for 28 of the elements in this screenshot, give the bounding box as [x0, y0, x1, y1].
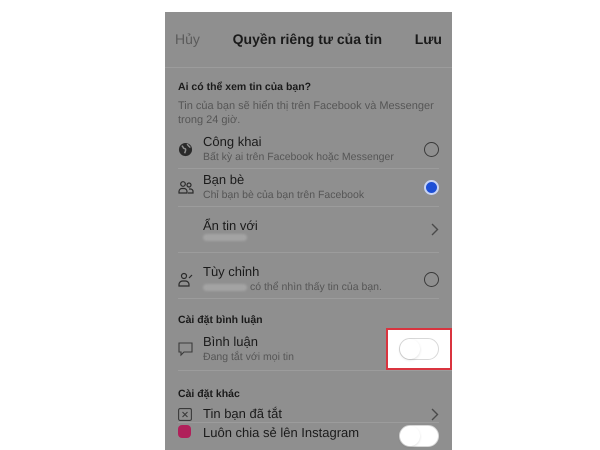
section-heading: Ai có thể xem tin của bạn?: [178, 80, 312, 95]
option-title: Tùy chỉnh: [203, 264, 260, 280]
section-heading: Cài đặt bình luận: [177, 312, 264, 328]
option-subtitle: có thể nhìn thấy tin của bạn.: [250, 280, 382, 294]
option-subtitle: Chỉ bạn bè của bạn trên Facebook: [203, 188, 364, 202]
option-subtitle: Đang tắt với mọi tin: [203, 350, 295, 364]
screen-title: Quyền riêng tư của tin: [232, 30, 382, 49]
option-title: Ẩn tin với: [203, 218, 259, 234]
save-button[interactable]: Lưu: [414, 29, 442, 50]
person-edit-icon: [178, 272, 194, 287]
option-title: Công khai: [203, 134, 263, 150]
speech-bubble-icon: [178, 342, 193, 356]
friends-icon: [178, 180, 194, 195]
radio-button[interactable]: [424, 272, 439, 287]
globe-icon: [178, 142, 193, 157]
chevron-right-icon: [431, 408, 439, 421]
option-title: Luôn chia sẻ lên Instagram: [203, 425, 360, 442]
toggle-switch[interactable]: [399, 425, 439, 448]
option-subtitle: Bất kỳ ai trên Facebook hoặc Messenger: [203, 150, 394, 164]
chevron-right-icon: [431, 222, 439, 236]
option-title: Tin bạn đã tắt: [203, 406, 284, 422]
muted-box-icon: [178, 408, 192, 421]
option-title: Bạn bè: [203, 172, 246, 188]
section-description: Tin của bạn sẽ hiển thị trên Facebook và Messenger trong 24 giờ.: [178, 98, 435, 127]
radio-button[interactable]: [424, 142, 439, 157]
section-heading: Cài đặt khác: [177, 386, 241, 402]
toggle-switch[interactable]: [399, 338, 439, 360]
option-title: Bình luận: [203, 334, 259, 350]
